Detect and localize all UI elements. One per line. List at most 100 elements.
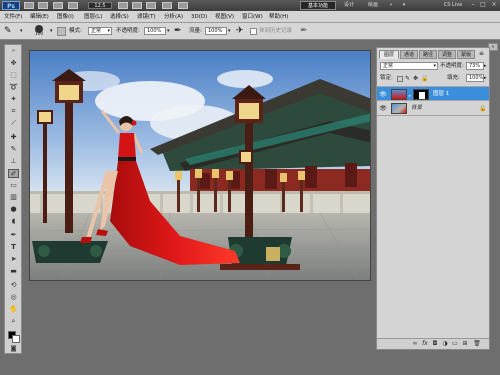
path-selection-tool-icon[interactable]: ➤ <box>8 255 19 264</box>
brush-picker[interactable]: 100 <box>30 25 48 38</box>
menu-layer[interactable]: 图层(L) <box>84 13 102 21</box>
view-extras-icon[interactable] <box>53 2 63 9</box>
add-mask-icon[interactable]: ◘ <box>431 340 439 348</box>
blur-tool-icon[interactable]: ● <box>8 205 19 214</box>
brush-dropdown-icon[interactable]: ▾ <box>50 28 53 34</box>
menu-filter[interactable]: 滤镜(T) <box>137 13 156 21</box>
lock-transparent-icon[interactable] <box>397 76 403 82</box>
opacity-slider-icon[interactable]: ▸ <box>484 63 487 69</box>
gradient-tool-icon[interactable]: ▥ <box>8 193 19 202</box>
more-workspaces-icon[interactable]: » <box>386 1 396 10</box>
layer-row-background[interactable]: 👁 背景 🔒 <box>377 101 489 116</box>
delete-layer-icon[interactable]: 🗑 <box>473 340 481 348</box>
layer-style-icon[interactable]: fx <box>421 340 429 348</box>
menu-edit[interactable]: 编辑(E) <box>30 13 49 21</box>
preset-dropdown-icon[interactable]: ▾ <box>20 28 23 34</box>
lock-all-icon[interactable]: 🔒 <box>421 75 428 82</box>
history-brush-preset-icon[interactable]: ✎ <box>4 26 18 37</box>
mini-bridge-icon[interactable] <box>38 2 48 9</box>
eye-icon[interactable]: 👁 <box>379 91 387 98</box>
close-icon[interactable]: × <box>489 1 499 9</box>
brush-panel-toggle-icon[interactable] <box>57 27 66 36</box>
menu-analysis[interactable]: 分析(A) <box>164 13 183 21</box>
quick-mask-icon[interactable]: ◙ <box>8 344 19 353</box>
menu-image[interactable]: 图像(I) <box>57 13 74 21</box>
pen-pressure-opacity-icon[interactable]: ✒ <box>174 26 182 36</box>
hand-tool-icon[interactable]: ✋ <box>8 305 19 314</box>
zoom-tool-icon[interactable]: ⌕ <box>8 317 19 326</box>
eraser-tool-icon[interactable]: ▭ <box>8 181 19 190</box>
tab-channels[interactable]: 通道 <box>400 50 418 59</box>
marquee-tool-icon[interactable]: ⬚ <box>8 71 19 80</box>
toolbar-collapse-icon[interactable]: » <box>8 47 19 56</box>
clone-stamp-tool-icon[interactable]: ⊥ <box>8 157 19 166</box>
maximize-icon[interactable]: □ <box>478 1 488 9</box>
new-layer-icon[interactable]: ⊞ <box>461 340 469 348</box>
menu-view[interactable]: 视图(V) <box>215 13 234 21</box>
eye-icon[interactable]: 👁 <box>379 105 387 112</box>
zoom-tool-icon[interactable] <box>132 2 142 9</box>
zoom-level-icon[interactable] <box>68 2 78 9</box>
background-color-swatch[interactable] <box>12 335 20 343</box>
tab-layers[interactable]: 图层 <box>379 50 399 59</box>
zoom-level-field[interactable]: 12.5 <box>88 2 112 9</box>
airbrush-icon[interactable]: ✈ <box>236 26 244 36</box>
lasso-tool-icon[interactable]: ➰ <box>8 83 19 92</box>
menu-help[interactable]: 帮助(H) <box>269 13 288 21</box>
eyedropper-tool-icon[interactable]: ⟋ <box>8 119 19 128</box>
menu-select[interactable]: 选择(S) <box>110 13 129 21</box>
chain-link-icon[interactable]: ∞ <box>408 93 411 98</box>
adjustment-layer-icon[interactable]: ◑ <box>441 340 449 348</box>
opacity-field[interactable]: 100% <box>144 27 166 35</box>
new-group-icon[interactable]: ▭ <box>451 340 459 348</box>
panel-menu-icon[interactable]: ≡ <box>479 50 484 57</box>
pen-tool-icon[interactable]: ✒ <box>8 231 19 240</box>
quick-selection-tool-icon[interactable]: ✦ <box>8 95 19 104</box>
move-tool-icon[interactable]: ✥ <box>8 59 19 68</box>
document-canvas[interactable] <box>29 50 371 281</box>
layer-mask-thumbnail[interactable] <box>413 89 429 100</box>
tab-paths[interactable]: 路径 <box>419 50 437 59</box>
brush-tool-icon[interactable]: ✎ <box>8 145 19 154</box>
minimize-icon[interactable]: – <box>468 1 478 9</box>
history-brush-tool-icon[interactable]: ✐ <box>8 169 19 178</box>
screen-mode-icon[interactable] <box>178 2 188 9</box>
shape-tool-icon[interactable]: ▬ <box>8 267 19 276</box>
rotate-view-icon[interactable] <box>146 2 156 9</box>
spot-healing-tool-icon[interactable]: ✚ <box>8 133 19 142</box>
mode-select[interactable]: 正常 ▾ <box>88 27 112 35</box>
fill-slider-icon[interactable]: ▸ <box>484 75 487 81</box>
crop-tool-icon[interactable]: ⌗ <box>8 107 19 116</box>
flow-field[interactable]: 100% <box>205 27 227 35</box>
fill-field[interactable]: 100% <box>466 74 484 82</box>
layer-opacity-field[interactable]: 73% <box>466 62 484 70</box>
erase-to-history-checkbox[interactable] <box>250 28 257 35</box>
3d-rotate-tool-icon[interactable]: ⟲ <box>8 281 19 290</box>
lock-pixels-icon[interactable]: ✎ <box>405 75 410 82</box>
bridge-icon[interactable] <box>24 2 34 9</box>
type-tool-icon[interactable]: T <box>8 243 19 252</box>
workspace-dropdown-icon[interactable]: ▾ <box>398 1 410 10</box>
arrange-documents-icon[interactable] <box>162 2 172 9</box>
menu-3d[interactable]: 3D(D) <box>191 13 207 21</box>
dodge-tool-icon[interactable]: ◖ <box>8 217 19 226</box>
blend-mode-select[interactable]: 正常 ▾ <box>380 62 438 70</box>
tab-masks[interactable]: 蒙版 <box>457 50 475 59</box>
workspace-painting[interactable]: 绘画 <box>362 1 384 10</box>
mode-label: 模式: <box>69 28 82 34</box>
menu-file[interactable]: 文件(F) <box>4 13 22 21</box>
flow-slider-icon[interactable]: ▾ <box>228 28 231 34</box>
layer-row-1[interactable]: 👁 ∞ 图层 1 <box>377 86 489 101</box>
opacity-slider-icon[interactable]: ▾ <box>167 28 170 34</box>
tab-adjustments[interactable]: 调整 <box>438 50 456 59</box>
workspace-essentials[interactable]: 基本功能 <box>300 1 336 10</box>
lock-position-icon[interactable]: ✥ <box>413 75 418 82</box>
3d-orbit-tool-icon[interactable]: ◎ <box>8 293 19 302</box>
hand-tool-icon[interactable] <box>118 2 128 9</box>
workspace-design[interactable]: 设计 <box>338 1 360 10</box>
cs-live-button[interactable]: CS Live <box>438 1 468 10</box>
pen-pressure-size-icon[interactable]: ✒ <box>300 26 308 36</box>
menu-window[interactable]: 窗口(W) <box>242 13 263 21</box>
link-layers-icon[interactable]: ∞ <box>411 340 419 348</box>
layer-thumbnail <box>391 103 407 114</box>
